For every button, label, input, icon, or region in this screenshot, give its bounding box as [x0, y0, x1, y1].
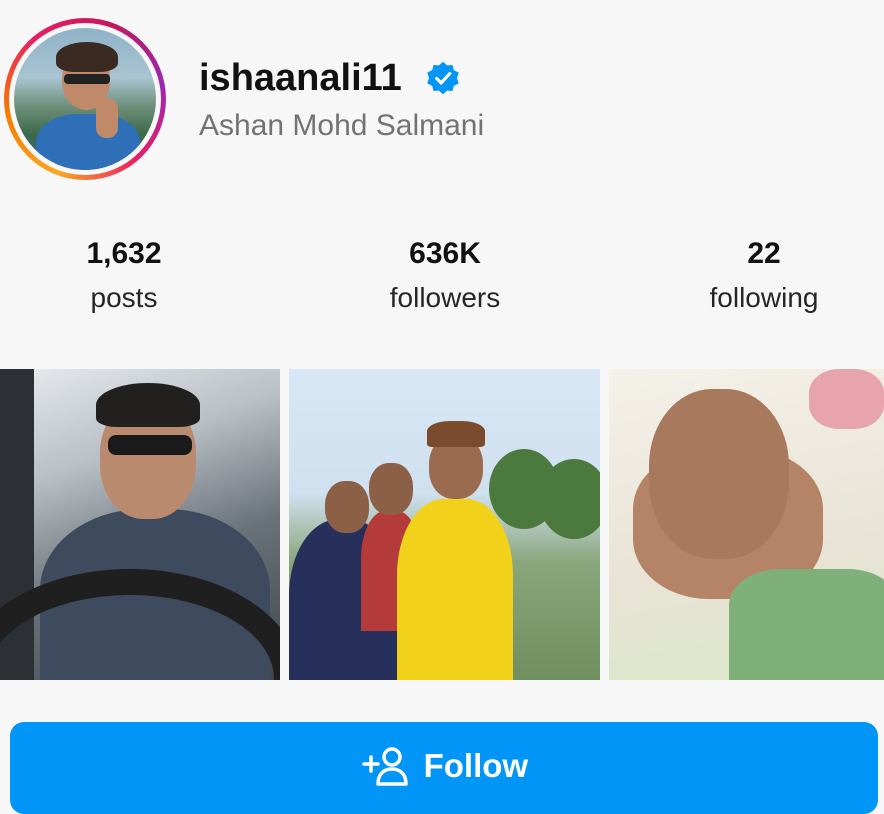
verified-badge-icon	[427, 61, 459, 95]
follow-button[interactable]: Follow	[10, 722, 878, 814]
add-person-icon	[362, 747, 408, 786]
profile-stats: 1,632 posts 636K followers 22 following	[0, 232, 884, 332]
avatar[interactable]	[14, 28, 156, 170]
post-thumbnail-2[interactable]	[289, 369, 600, 680]
stat-following-label: following	[709, 282, 819, 313]
stat-followers[interactable]: 636K followers	[315, 232, 575, 320]
stat-posts-label: posts	[90, 282, 158, 313]
story-ring[interactable]	[4, 18, 166, 180]
stat-posts[interactable]: 1,632 posts	[0, 232, 254, 320]
stat-followers-count: 636K	[409, 237, 481, 270]
post-thumbnail-3[interactable]	[609, 369, 884, 680]
stat-following-count: 22	[747, 237, 781, 270]
post-thumbnail-1[interactable]	[0, 369, 280, 680]
posts-grid	[0, 369, 884, 680]
stat-followers-label: followers	[389, 282, 501, 313]
profile-full-name: Ashan Mohd Salmani	[199, 109, 485, 142]
profile-username[interactable]: ishaanali11	[199, 56, 402, 100]
stat-following[interactable]: 22 following	[634, 232, 884, 320]
follow-button-label: Follow	[423, 747, 529, 784]
profile-header: ishaanali11 Ashan Mohd Salmani	[0, 0, 884, 200]
stat-posts-count: 1,632	[86, 237, 162, 270]
